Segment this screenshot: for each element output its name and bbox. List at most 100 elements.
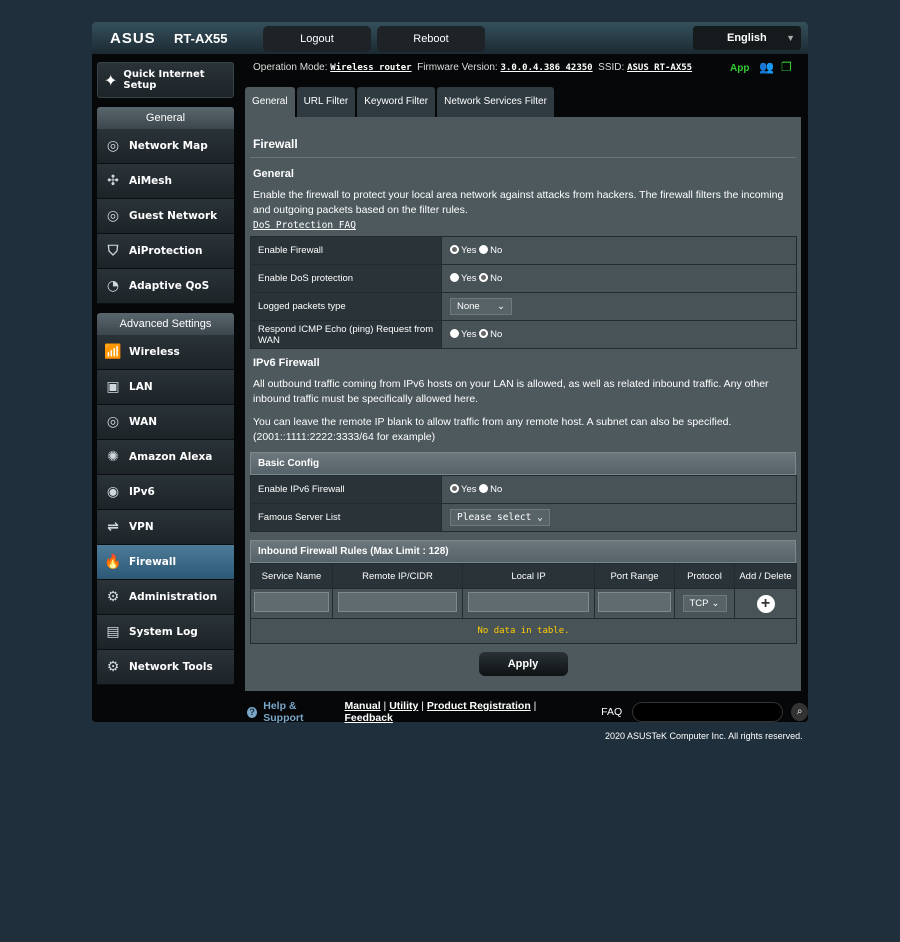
enable-dos-label: Enable DoS protection [250, 264, 442, 293]
vpn-icon: ⇌ [107, 519, 119, 535]
faq-search-input[interactable] [632, 702, 784, 722]
sidebar-item-wan[interactable]: ◎ WAN [97, 405, 234, 440]
sidebar-item-vpn[interactable]: ⇌ VPN [97, 510, 234, 545]
sidebar-general: General ◎ Network Map ✣ AiMesh ◎ Guest Netw… [97, 107, 234, 304]
tab-general[interactable]: General [245, 87, 295, 117]
sidebar-item-aiprotection[interactable]: ⛉ AiProtection [97, 234, 234, 269]
firmware-link[interactable]: 3.0.0.4.386_42350 [500, 63, 592, 73]
tools-icon: ⚙ [106, 659, 120, 675]
sidebar-item-firewall[interactable]: 🔥 Firewall [97, 545, 234, 580]
sidebar-item-network-tools[interactable]: ⚙ Network Tools [97, 650, 234, 685]
enable-firewall-label: Enable Firewall [250, 236, 442, 265]
top-bar: ASUS RT-AX55 Logout Reboot English ▼ [92, 22, 808, 54]
sidebar-item-adaptive-qos[interactable]: ◔ Adaptive QoS [97, 269, 234, 304]
app-link[interactable]: App [730, 63, 749, 74]
sidebar-item-amazon-alexa[interactable]: ✺ Amazon Alexa [97, 440, 234, 475]
sidebar-item-guest-network[interactable]: ◎ Guest Network [97, 199, 234, 234]
aimesh-icon: ✣ [107, 173, 119, 189]
tab-url-filter[interactable]: URL Filter [296, 87, 356, 117]
service-name-input[interactable] [254, 592, 329, 612]
product-registration-link[interactable]: Product Registration [427, 700, 531, 712]
quick-setup-label: Quick Internet Setup [123, 69, 205, 91]
col-local-ip: Local IP [462, 563, 595, 589]
ipv6-description: All outbound traffic coming from IPv6 ho… [253, 378, 769, 405]
router-window: ASUS RT-AX55 Logout Reboot English ▼ ✦ Qui… [92, 22, 808, 724]
sidebar-advanced: Advanced Settings 📶 Wireless ▣ LAN ◎ WAN ✺ A… [97, 313, 234, 685]
general-description: Enable the firewall to protect your loca… [253, 189, 784, 216]
general-heading: General [253, 168, 294, 180]
model-name: RT-AX55 [174, 31, 228, 46]
port-range-input[interactable] [598, 592, 671, 612]
basic-config-header: Basic Config [250, 452, 796, 475]
help-icon: ? [247, 706, 258, 718]
yes-label: Yes [461, 329, 477, 340]
utility-link[interactable]: Utility [389, 700, 418, 712]
enable-firewall-no-radio[interactable] [479, 245, 489, 254]
faq-label: FAQ [601, 706, 623, 718]
lan-icon: ▣ [106, 379, 120, 395]
sidebar-item-system-log[interactable]: ▤ System Log [97, 615, 234, 650]
famous-server-select[interactable]: Please select ⌄ [450, 509, 550, 526]
page-title: Firewall [250, 125, 796, 158]
tab-keyword-filter[interactable]: Keyword Filter [357, 87, 436, 117]
label: Wireless [129, 346, 180, 358]
sidebar-item-wireless[interactable]: 📶 Wireless [97, 335, 234, 370]
chevron-down-icon: ▼ [786, 33, 795, 43]
clients-icon[interactable]: 👥 [759, 60, 774, 74]
firewall-icon: 🔥 [104, 554, 122, 570]
quick-internet-setup[interactable]: ✦ Quick Internet Setup [97, 62, 234, 98]
ipv6-yes-radio[interactable] [450, 484, 459, 493]
col-port-range: Port Range [594, 563, 675, 589]
sidebar-item-ipv6[interactable]: ◉ IPv6 [97, 475, 234, 510]
add-rule-icon[interactable]: + [756, 594, 775, 613]
label: Firewall [129, 556, 177, 568]
ssid-link[interactable]: ASUS_RT-AX55 [627, 63, 692, 73]
icmp-no-radio[interactable] [479, 329, 489, 338]
protocol-select[interactable]: TCP ⌄ [682, 595, 727, 612]
local-ip-input[interactable] [468, 592, 589, 612]
yes-label: Yes [461, 484, 477, 495]
col-protocol: Protocol [674, 563, 735, 589]
remote-ip-input[interactable] [338, 592, 457, 612]
manual-link[interactable]: Manual [344, 700, 380, 712]
col-remote-ip: Remote IP/CIDR [332, 563, 463, 589]
apply-button[interactable]: Apply [478, 652, 568, 676]
dos-faq-link[interactable]: DoS Protection FAQ [253, 220, 356, 231]
chevron-down-icon: ⌄ [497, 301, 505, 312]
sidebar-item-network-map[interactable]: ◎ Network Map [97, 129, 234, 164]
ipv6-no-radio[interactable] [479, 484, 489, 493]
label: IPv6 [129, 486, 155, 498]
usb-icon[interactable]: ❐ [781, 60, 792, 74]
dos-no-radio[interactable] [479, 273, 489, 282]
select-value: None [457, 301, 480, 312]
tab-network-services-filter[interactable]: Network Services Filter [437, 87, 554, 117]
ssid-label: SSID: [598, 62, 625, 73]
search-icon[interactable]: ⌕ [791, 703, 808, 721]
globe-icon: ◎ [106, 138, 120, 154]
wifi-icon: 📶 [104, 344, 122, 360]
general-header: General [97, 107, 234, 129]
chevron-down-icon: ⌄ [537, 512, 543, 523]
globe-icon: ◎ [106, 414, 120, 430]
firewall-settings-table: Enable Firewall Yes No Enable DoS protect… [250, 236, 797, 349]
sidebar-item-aimesh[interactable]: ✣ AiMesh [97, 164, 234, 199]
feedback-link[interactable]: Feedback [344, 712, 392, 724]
dos-yes-radio[interactable] [450, 273, 459, 282]
enable-firewall-yes-radio[interactable] [450, 245, 459, 254]
admin-icon: ⚙ [106, 589, 120, 605]
chevron-down-icon: ⌄ [711, 598, 720, 609]
logout-button[interactable]: Logout [263, 26, 371, 52]
sidebar-item-administration[interactable]: ⚙ Administration [97, 580, 234, 615]
language-select[interactable]: English ▼ [693, 26, 801, 50]
no-label: No [490, 245, 503, 256]
logged-packets-select[interactable]: None ⌄ [450, 298, 512, 315]
op-mode-link[interactable]: Wireless router [330, 63, 411, 73]
label: System Log [129, 626, 198, 638]
sidebar-item-lan[interactable]: ▣ LAN [97, 370, 234, 405]
famous-server-label: Famous Server List [250, 503, 442, 532]
ipv6-heading: IPv6 Firewall [253, 357, 320, 369]
reboot-button[interactable]: Reboot [377, 26, 485, 52]
tab-bar: General URL Filter Keyword Filter Networ… [245, 87, 554, 117]
col-add-delete: Add / Delete [734, 563, 797, 589]
icmp-yes-radio[interactable] [450, 329, 459, 338]
